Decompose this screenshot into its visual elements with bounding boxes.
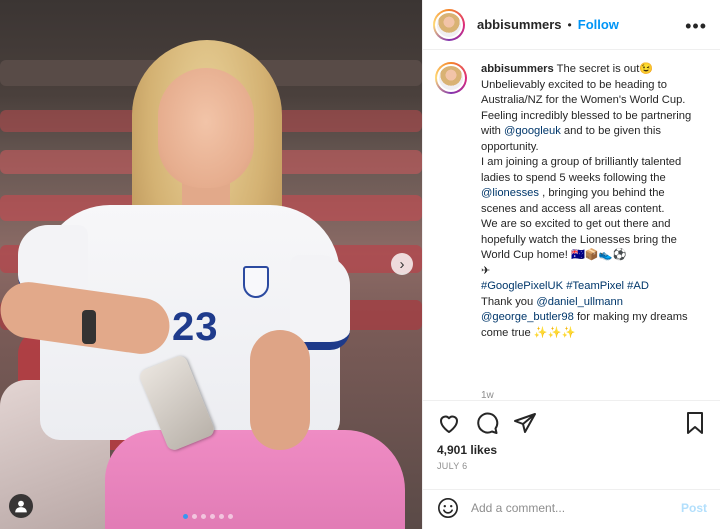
hashtag-links[interactable]: #GooglePixelUK #TeamPixel #AD [481, 280, 649, 292]
jersey-number: 23 [172, 305, 219, 349]
avatar[interactable] [433, 8, 465, 41]
share-icon[interactable] [513, 411, 537, 435]
post-sidebar: abbisummers • Follow ••• abbisummers The… [422, 0, 720, 529]
heart-icon[interactable] [437, 411, 461, 435]
carousel-dot [201, 514, 206, 519]
action-icons [437, 411, 537, 435]
plane-emoji: ✈ [481, 264, 491, 277]
carousel-indicator [183, 514, 233, 519]
smartwatch [82, 310, 96, 344]
post-caption: abbisummers The secret is out😉 Unbelieva… [435, 62, 715, 341]
carousel-dot [228, 514, 233, 519]
caption-line: Unbelievably excited to be heading to Au… [481, 78, 686, 107]
carousel-dot [210, 514, 215, 519]
face [158, 68, 254, 188]
post-date[interactable]: JULY 6 [437, 461, 467, 471]
jersey-sleeve-right [290, 255, 350, 350]
carousel-dot [192, 514, 197, 519]
mention-link[interactable]: @lionesses [481, 187, 539, 199]
caption-username[interactable]: abbisummers [481, 63, 554, 75]
post-photo[interactable]: 23 › [0, 0, 422, 529]
user-tags-button[interactable] [9, 494, 33, 518]
caption-line: The secret is out😉 [553, 63, 654, 75]
comment-icon[interactable] [475, 411, 499, 435]
comment-bar: Post [423, 489, 720, 525]
caption-line: We are so excited to get out there and h… [481, 218, 677, 261]
carousel-dot [219, 514, 224, 519]
follow-button[interactable]: Follow [578, 17, 619, 32]
separator-dot: • [567, 17, 572, 32]
mention-link[interactable]: @daniel_ullmann [536, 296, 623, 308]
post-comment-button[interactable]: Post [681, 501, 707, 515]
caption-line: I am joining a group of brilliantly tale… [481, 156, 682, 184]
england-crest [243, 266, 269, 298]
bookmark-icon[interactable] [683, 411, 707, 435]
next-slide-button[interactable]: › [391, 253, 413, 275]
post-header: abbisummers • Follow ••• [423, 0, 720, 50]
carousel-dot [183, 514, 188, 519]
pink-trousers [105, 430, 405, 529]
person-figure: 23 [0, 0, 422, 529]
post-actions: 4,901 likes JULY 6 Post [423, 400, 720, 524]
user-tag-icon [15, 500, 27, 513]
like-count[interactable]: 4,901 likes [437, 443, 497, 457]
more-icon[interactable]: ••• [685, 16, 707, 37]
next-arrow-icon: › [399, 255, 405, 273]
arm-right [250, 330, 310, 450]
caption-text: abbisummers The secret is out😉 Unbelieva… [481, 62, 703, 341]
header-username[interactable]: abbisummers [477, 17, 562, 32]
mention-link[interactable]: @googleuk [504, 125, 561, 137]
caption-avatar[interactable] [435, 62, 467, 94]
caption-line: Thank you [481, 295, 537, 308]
comment-input[interactable] [471, 500, 661, 515]
emoji-icon[interactable] [437, 497, 459, 519]
mention-link[interactable]: @george_butler98 [481, 311, 574, 323]
